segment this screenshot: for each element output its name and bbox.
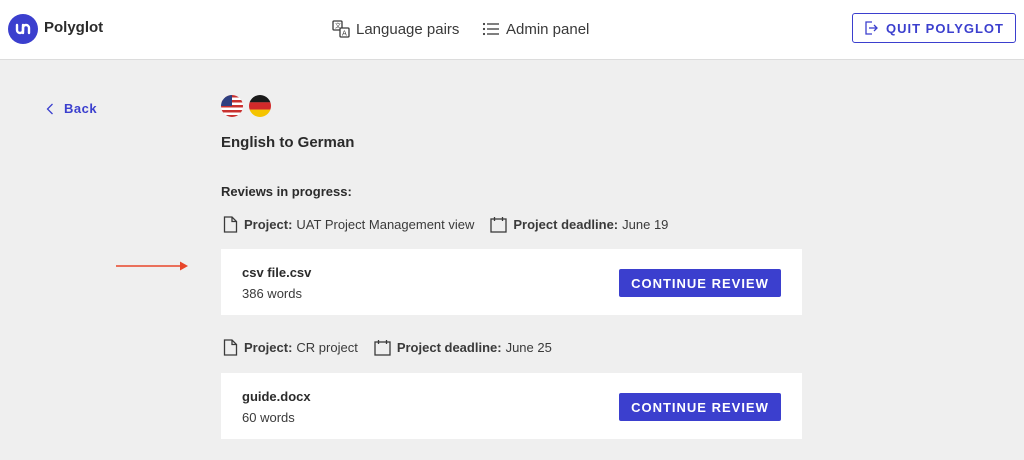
deadline-label: Project deadline: xyxy=(396,340,502,355)
de-flag-icon xyxy=(249,95,271,117)
deadline-value: June 19 xyxy=(622,217,669,232)
file-card: csv file.csv 386 words CONTINUE REVIEW xyxy=(221,249,802,315)
project-info-row: Project: UAT Project Management view Pro… xyxy=(223,216,668,233)
project-label: Project: xyxy=(244,217,293,232)
file-name: guide.docx xyxy=(242,389,311,404)
nav-admin-panel-label: Admin panel xyxy=(506,20,590,38)
exit-icon xyxy=(865,21,878,35)
annotation-arrow-icon xyxy=(116,261,188,271)
nav-language-pairs-label: Language pairs xyxy=(356,20,460,38)
quit-polyglot-button[interactable]: QUIT POLYGLOT xyxy=(852,13,1016,43)
svg-text:A: A xyxy=(342,30,347,38)
continue-review-button[interactable]: CONTINUE REVIEW xyxy=(619,393,781,421)
file-word-count: 386 words xyxy=(242,286,302,301)
document-icon xyxy=(223,216,238,233)
us-flag-icon xyxy=(221,95,243,117)
list-icon xyxy=(482,22,499,36)
document-icon xyxy=(223,339,238,356)
file-word-count: 60 words xyxy=(242,410,295,425)
file-card: guide.docx 60 words CONTINUE REVIEW xyxy=(221,373,802,439)
nav-admin-panel[interactable]: Admin panel xyxy=(482,18,589,40)
translate-icon: 文 A xyxy=(332,20,350,38)
project-name: UAT Project Management view xyxy=(296,217,475,232)
project-info-row: Project: CR project Project deadline: Ju… xyxy=(223,339,552,356)
polyglot-logo[interactable] xyxy=(8,14,38,44)
deadline-value: June 25 xyxy=(505,340,552,355)
project-label: Project: xyxy=(244,340,293,355)
calendar-icon xyxy=(490,217,508,233)
reviews-in-progress-heading: Reviews in progress: xyxy=(221,184,352,199)
deadline-label: Project deadline: xyxy=(513,217,619,232)
project-name: CR project xyxy=(296,340,358,355)
back-link[interactable]: Back xyxy=(46,101,97,116)
quit-polyglot-label: QUIT POLYGLOT xyxy=(886,20,1004,36)
continue-review-button[interactable]: CONTINUE REVIEW xyxy=(619,269,781,297)
nav-language-pairs[interactable]: 文 A Language pairs xyxy=(332,18,459,40)
file-name: csv file.csv xyxy=(242,265,312,280)
chevron-left-icon xyxy=(46,103,53,114)
app-name: Polyglot xyxy=(44,19,104,36)
back-label: Back xyxy=(64,101,98,116)
top-header: Polyglot 文 A Language pairs Admin panel … xyxy=(0,0,1024,60)
calendar-icon xyxy=(374,340,391,356)
svg-text:文: 文 xyxy=(335,22,341,30)
language-pair-title: English to German xyxy=(221,134,355,151)
